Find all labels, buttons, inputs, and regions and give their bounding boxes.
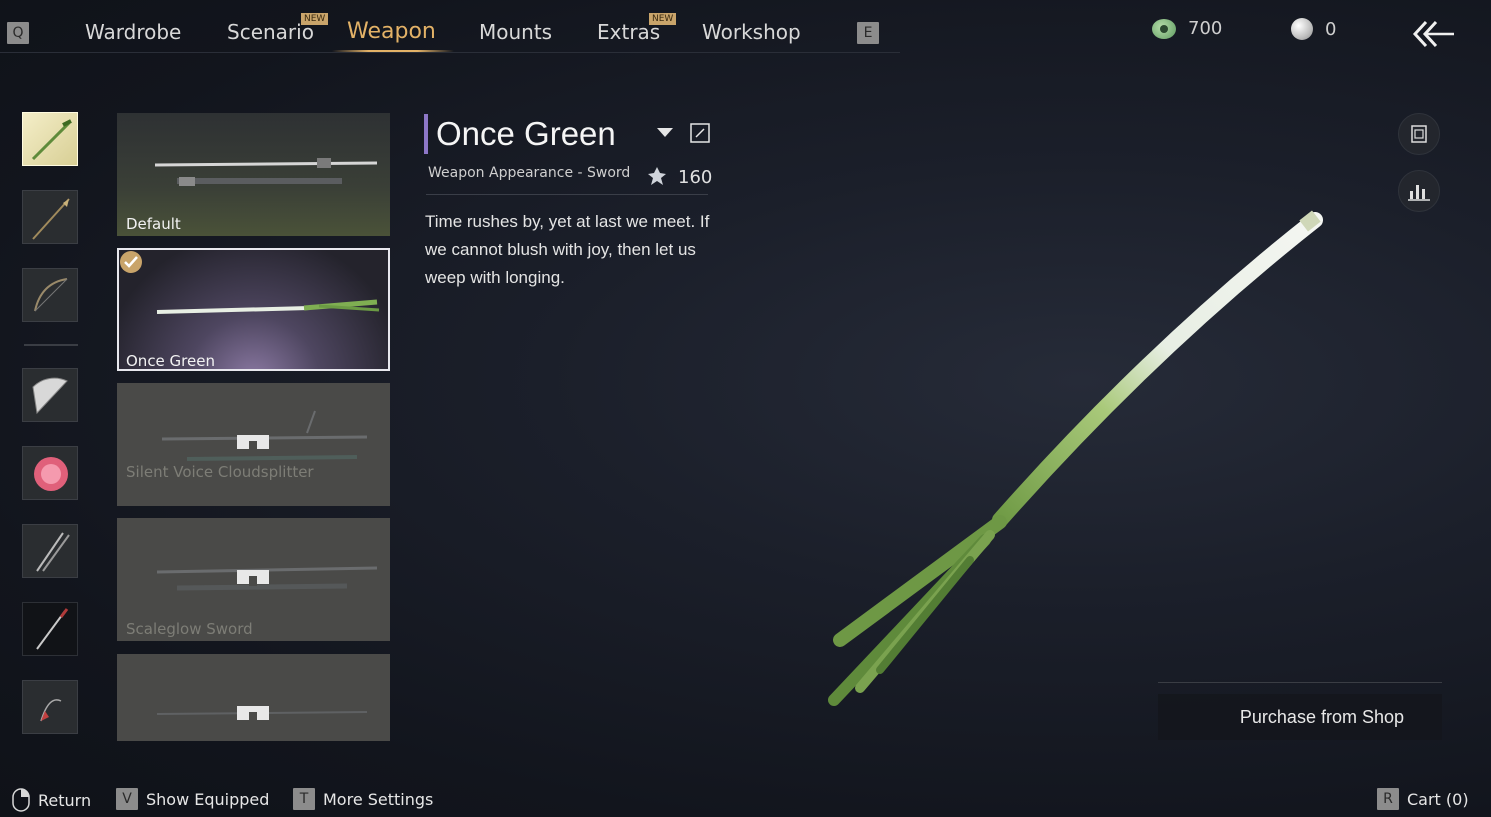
nav-divider [0,52,900,53]
purchase-from-shop-button[interactable]: Purchase from Shop [1158,694,1442,740]
back-button[interactable] [1410,16,1458,52]
lock-icon [237,570,269,586]
category-separator [24,344,78,346]
category-mo-blade[interactable] [22,602,78,656]
more-settings-label: More Settings [323,789,434,809]
preview-toggle-button[interactable] [1398,113,1440,155]
weapon-preview-model[interactable] [820,200,1340,720]
tab-weapon[interactable]: Weapon [347,19,436,44]
return-hint[interactable]: Return [12,788,91,812]
rope-dart-icon [40,699,62,722]
item-name: Once Green [126,352,215,370]
show-equipped-hint[interactable]: V Show Equipped [116,788,269,810]
category-dual-blades[interactable] [22,524,78,578]
tab-mounts[interactable]: Mounts [479,20,552,44]
key-v: V [116,788,138,810]
edit-icon[interactable] [690,123,710,143]
key-r: R [1377,788,1399,810]
scroll-icon [1411,125,1427,143]
umbrella-icon [34,457,68,491]
category-rope-dart[interactable] [22,680,78,734]
stats-button[interactable] [1398,170,1440,212]
more-settings-hint[interactable]: T More Settings [293,788,433,810]
mo-blade-icon [36,608,69,650]
item-description: Time rushes by, yet at last we meet. If … [425,212,710,287]
item-card-default[interactable]: Default [117,113,390,236]
lock-icon [237,435,269,451]
item-card-scaleglow-sword[interactable]: Scaleglow Sword [117,518,390,641]
purchase-divider [1158,682,1442,683]
jade-coin-icon [1152,18,1176,39]
bow-icon [34,278,68,312]
fan-icon [32,377,68,415]
locked-item-thumbnail [156,711,368,715]
category-spear[interactable] [22,190,78,244]
purchase-area: Purchase from Shop [1158,682,1442,740]
pearl-amount: 0 [1325,18,1337,40]
item-name: Scaleglow Sword [126,620,253,638]
spear-icon [32,198,70,240]
jade-amount: 700 [1188,18,1223,39]
tab-workshop[interactable]: Workshop [702,20,801,44]
jade-currency: 700 [1152,18,1222,39]
item-name: Default [126,215,181,233]
cart-hint[interactable]: R Cart (0) [1377,788,1469,810]
lock-icon [237,706,269,722]
title-accent-bar [424,114,428,154]
detail-divider [426,194,708,195]
mouse-right-click-icon [12,788,30,812]
pearl-icon [1291,18,1313,40]
category-sword[interactable] [22,112,78,166]
item-title: Once Green [436,115,616,152]
pearl-currency: 0 [1291,18,1336,40]
dual-blades-icon [36,532,70,572]
sword-icon [31,119,72,161]
back-arrow-icon [1412,20,1454,48]
item-name: Silent Voice Cloudsplitter [126,463,314,481]
chevron-down-icon[interactable] [657,128,673,138]
return-label: Return [38,790,92,810]
category-bow[interactable] [22,268,78,322]
item-subtitle: Weapon Appearance - Sword [428,165,631,181]
cart-label: Cart (0) [1407,789,1469,809]
category-fan[interactable] [22,368,78,422]
key-t: T [293,788,315,810]
next-tab-key[interactable]: E [857,22,879,44]
rank-icon [648,167,666,185]
tab-wardrobe[interactable]: Wardrobe [85,20,181,44]
item-card-locked[interactable] [117,654,390,741]
new-badge: NEW [301,13,329,25]
new-badge: NEW [649,13,677,25]
item-card-silent-voice[interactable]: Silent Voice Cloudsplitter [117,383,390,506]
rank-value: 160 [678,167,713,188]
prev-tab-key[interactable]: Q [7,22,29,44]
show-equipped-label: Show Equipped [146,789,270,809]
item-card-once-green[interactable]: Once Green [117,248,390,371]
top-navigation: Q Wardrobe Scenario NEW Weapon Mounts Ex… [0,0,1491,54]
bar-chart-icon [1408,185,1430,201]
category-umbrella[interactable] [22,446,78,500]
